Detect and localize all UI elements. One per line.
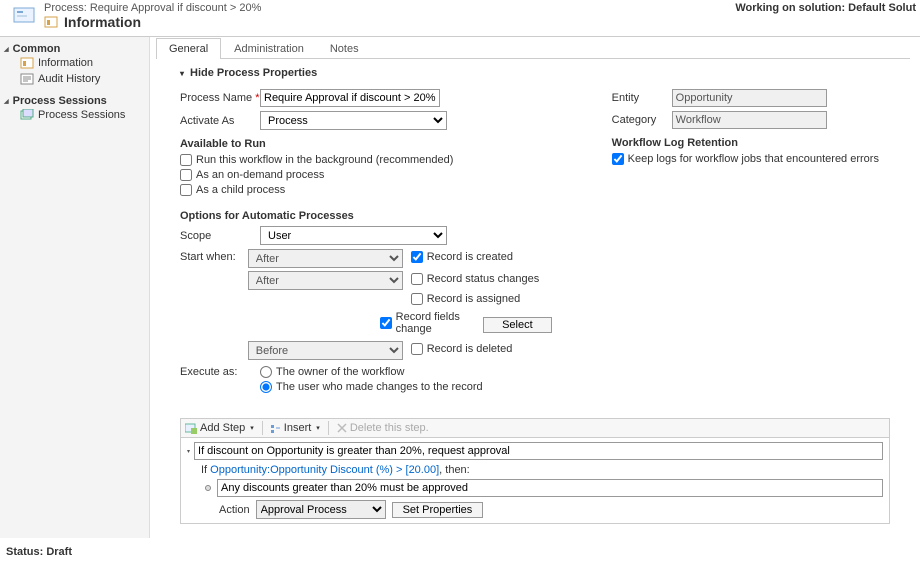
start-when-before[interactable]: Before (248, 341, 403, 360)
chk-record-status-label: Record status changes (427, 273, 540, 285)
sidebar-item-information[interactable]: Information (4, 55, 145, 71)
step-description-input[interactable] (194, 442, 883, 460)
log-retention-heading: Workflow Log Retention (612, 137, 890, 149)
inner-step-description-input[interactable] (217, 479, 883, 497)
chk-on-demand[interactable]: As an on-demand process (180, 169, 552, 181)
chk-keep-logs-label: Keep logs for workflow jobs that encount… (628, 153, 879, 165)
activate-as-select[interactable]: Process (260, 111, 447, 130)
radio-user[interactable]: The user who made changes to the record (260, 381, 483, 393)
header-titles: Process: Require Approval if discount > … (44, 2, 261, 30)
sessions-icon (20, 109, 34, 121)
options-heading: Options for Automatic Processes (180, 210, 552, 222)
category-label: Category (612, 114, 672, 126)
header: Process: Require Approval if discount > … (0, 0, 920, 37)
sidebar-item-information-label: Information (38, 57, 93, 69)
available-to-run-heading: Available to Run (180, 138, 552, 150)
select-fields-button[interactable]: Select (483, 317, 552, 333)
chk-record-status[interactable]: Record status changes (411, 273, 540, 285)
if-suffix: , then: (439, 464, 470, 476)
chk-record-fields-label: Record fields change (396, 311, 475, 335)
set-properties-button[interactable]: Set Properties (392, 502, 484, 518)
main: Common Information Audit History Process… (0, 37, 920, 538)
chk-record-assigned[interactable]: Record is assigned (411, 293, 521, 305)
insert-button[interactable]: Insert (271, 422, 320, 434)
chk-record-fields[interactable]: Record fields change (380, 311, 475, 335)
activate-as-label: Activate As (180, 115, 260, 127)
sidebar-item-sessions[interactable]: Process Sessions (4, 107, 145, 123)
chk-run-background[interactable]: Run this workflow in the background (rec… (180, 154, 552, 166)
start-when-label: Start when: (180, 249, 248, 263)
right-column: Entity Opportunity Category Workflow Wor… (612, 89, 890, 400)
delete-step-label: Delete this step. (350, 422, 429, 434)
add-step-icon (185, 422, 197, 434)
radio-owner-label: The owner of the workflow (276, 366, 404, 378)
add-step-label: Add Step (200, 422, 245, 434)
action-select[interactable]: Approval Process (256, 500, 386, 519)
delete-icon (337, 423, 347, 433)
execute-as-label: Execute as: (180, 366, 260, 378)
general-panel: Hide Process Properties Process Name * A… (150, 59, 910, 538)
info-small-icon (20, 57, 34, 69)
entity-label: Entity (612, 92, 672, 104)
sidebar-group-sessions: Process Sessions Process Sessions (4, 95, 145, 123)
chk-keep-logs[interactable]: Keep logs for workflow jobs that encount… (612, 153, 890, 165)
tab-administration[interactable]: Administration (221, 38, 317, 59)
step-bullet-icon (205, 485, 211, 491)
status-bar: Status: Draft (0, 543, 920, 561)
chk-child-process-label: As a child process (196, 184, 285, 196)
working-on-solution: Working on solution: Default Solut (735, 2, 916, 14)
chk-run-background-label: Run this workflow in the background (rec… (196, 154, 453, 166)
start-when-after-2[interactable]: After (248, 271, 403, 290)
toolbar-sep-1 (262, 421, 263, 435)
insert-label: Insert (284, 422, 312, 434)
chk-record-created-label: Record is created (427, 251, 513, 263)
sidebar-item-sessions-label: Process Sessions (38, 109, 125, 121)
audit-icon (20, 73, 34, 85)
sidebar-group-sessions-title[interactable]: Process Sessions (4, 95, 145, 107)
radio-user-label: The user who made changes to the record (276, 381, 483, 393)
step-container: ▾ If Opportunity:Opportunity Discount (%… (180, 438, 890, 524)
chk-record-deleted[interactable]: Record is deleted (411, 343, 513, 355)
toolbar-sep-2 (328, 421, 329, 435)
info-icon (44, 15, 58, 29)
delete-step-button: Delete this step. (337, 422, 429, 434)
process-name-label: Process Name * (180, 92, 260, 104)
if-expression-link[interactable]: Opportunity:Opportunity Discount (%) > [… (210, 464, 439, 476)
action-label: Action (219, 504, 250, 516)
add-step-button[interactable]: Add Step (185, 422, 254, 434)
content: General Administration Notes Hide Proces… (150, 37, 920, 538)
info-title-row: Information (44, 14, 261, 30)
entity-value: Opportunity (672, 89, 827, 107)
radio-owner[interactable]: The owner of the workflow (260, 366, 483, 378)
sidebar-item-audit-label: Audit History (38, 73, 100, 85)
process-name-input[interactable] (260, 89, 440, 107)
tab-notes[interactable]: Notes (317, 38, 372, 59)
scope-select[interactable]: User (260, 226, 447, 245)
process-icon (10, 2, 38, 30)
sidebar: Common Information Audit History Process… (0, 37, 150, 538)
if-condition-row: If Opportunity:Opportunity Discount (%) … (201, 464, 883, 476)
hide-process-properties-toggle[interactable]: Hide Process Properties (180, 67, 890, 79)
tab-general[interactable]: General (156, 38, 221, 59)
chk-record-assigned-label: Record is assigned (427, 293, 521, 305)
chk-on-demand-label: As an on-demand process (196, 169, 324, 181)
tabs: General Administration Notes (156, 37, 910, 59)
chk-record-deleted-label: Record is deleted (427, 343, 513, 355)
sidebar-group-common: Common Information Audit History (4, 43, 145, 87)
step-toolbar: Add Step Insert Delete this step. (180, 418, 890, 438)
insert-icon (271, 422, 281, 434)
category-value: Workflow (672, 111, 827, 129)
step-collapse-icon[interactable]: ▾ (187, 448, 190, 455)
scope-label: Scope (180, 230, 260, 242)
chk-child-process[interactable]: As a child process (180, 184, 552, 196)
chk-record-created[interactable]: Record is created (411, 251, 513, 263)
sidebar-group-common-title[interactable]: Common (4, 43, 145, 55)
sidebar-item-audit[interactable]: Audit History (4, 71, 145, 87)
process-line: Process: Require Approval if discount > … (44, 2, 261, 14)
if-prefix: If (201, 464, 210, 476)
info-title: Information (64, 14, 141, 30)
start-when-after-1[interactable]: After (248, 249, 403, 268)
left-column: Process Name * Activate As Process Avail… (180, 89, 552, 400)
